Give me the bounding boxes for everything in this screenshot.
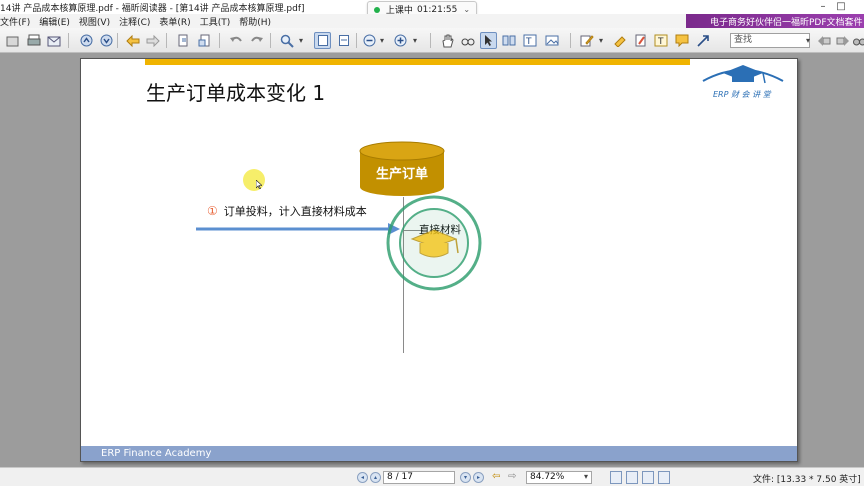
previous-page-status-icon[interactable]: ▴ [370, 472, 381, 483]
menu-edit[interactable]: 编辑(E) [39, 15, 70, 28]
page-number-field[interactable]: 8 / 17 [383, 471, 455, 484]
slide-title: 生产订单成本变化 1 [146, 81, 326, 105]
zoom-in-dropdown-icon[interactable]: ▾ [410, 32, 420, 49]
continuous-view-icon[interactable] [626, 471, 638, 484]
first-page-icon[interactable]: ◂ [357, 472, 368, 483]
step-description: ① 订单投料，计入直接材料成本 [207, 203, 367, 219]
facing-view-icon[interactable] [642, 471, 654, 484]
print-icon[interactable] [25, 32, 42, 49]
mouse-pointer-icon [256, 180, 262, 189]
chevron-down-icon[interactable]: ⌄ [463, 5, 470, 14]
menu-comment[interactable]: 注释(C) [119, 15, 150, 28]
forward-arrow-icon[interactable] [144, 32, 161, 49]
pencil-icon[interactable] [632, 32, 649, 49]
zoom-in-icon[interactable] [392, 32, 409, 49]
file-size-indicator: 文件: [13.33 * 7.50 英寸] [753, 475, 861, 485]
document-viewport[interactable]: 生产订单成本变化 1 ERP 财 会 讲 堂 生产订单 ① 订单投料，计入直接材料… [0, 53, 864, 467]
logo-text: ERP 财 会 讲 堂 [713, 90, 771, 99]
material-flow-arrow [196, 223, 400, 235]
fit-page-icon[interactable] [314, 32, 331, 49]
zoom-out-icon[interactable] [361, 32, 378, 49]
maximize-button[interactable]: □ [830, 0, 852, 14]
single-page-view-icon[interactable] [610, 471, 622, 484]
binoculars-icon[interactable] [851, 32, 864, 49]
header-accent-bar [145, 59, 690, 65]
last-page-icon[interactable]: ▸ [473, 472, 484, 483]
search-dropdown-icon[interactable]: ▾ [803, 32, 813, 49]
window-title: 14讲 产品成本核算原理.pdf - 福昕阅读器 - [第14讲 产品成本核算原… [0, 3, 305, 14]
cylinder-label: 生产订单 [375, 167, 428, 182]
slide-footer: ERP Finance Academy [81, 446, 797, 461]
undo-icon[interactable] [227, 32, 244, 49]
step-number: ① [207, 204, 218, 218]
next-page-status-icon[interactable]: ▾ [460, 472, 471, 483]
snapshot-icon[interactable] [459, 32, 476, 49]
edit-icon[interactable] [578, 32, 595, 49]
search-input[interactable]: 查找 [730, 33, 810, 48]
academy-watermark-icon [386, 195, 482, 291]
pdf-page: 生产订单成本变化 1 ERP 财 会 讲 堂 生产订单 ① 订单投料，计入直接材料… [80, 58, 798, 462]
menu-form[interactable]: 表单(R) [159, 15, 190, 28]
typewriter-icon[interactable]: T [521, 32, 538, 49]
zoom-out-dropdown-icon[interactable]: ▾ [377, 32, 387, 49]
zoom-level-dropdown-icon[interactable]: ▾ [584, 472, 588, 481]
hand-tool-icon[interactable] [439, 32, 456, 49]
toolbar: ▾ ▾ ▾ T ▾ T 查找 ▾ [0, 28, 864, 53]
zoom-icon[interactable] [278, 32, 295, 49]
menu-help[interactable]: 帮助(H) [239, 15, 271, 28]
back-arrow-icon[interactable] [124, 32, 141, 49]
image-icon[interactable] [543, 32, 560, 49]
status-bar: ◂ ▴ 8 / 17 ▾ ▸ ⇦ ⇨ 84.72% ▾ 文件: [13.33 *… [0, 467, 864, 486]
live-session-time: 01:21:55 [416, 4, 458, 15]
arrow-tool-icon[interactable] [694, 32, 711, 49]
zoom-dropdown-icon[interactable]: ▾ [296, 32, 306, 49]
zoom-level-field[interactable]: 84.72% [526, 471, 592, 484]
continuous-facing-view-icon[interactable] [658, 471, 670, 484]
redo-icon[interactable] [248, 32, 265, 49]
highlight-icon[interactable] [611, 32, 628, 49]
ad-banner[interactable]: 电子商务好伙伴侣一福昕PDF文档套件 [686, 14, 864, 28]
fit-width-icon[interactable] [335, 32, 352, 49]
previous-page-icon[interactable] [78, 32, 95, 49]
text-select-icon[interactable] [500, 32, 517, 49]
extract-page-icon[interactable] [196, 32, 213, 49]
select-tool-icon[interactable] [480, 32, 497, 49]
menu-tools[interactable]: 工具(T) [200, 15, 231, 28]
back-view-icon[interactable]: ⇦ [492, 471, 500, 482]
svg-text:T: T [657, 37, 664, 47]
text-box-icon[interactable]: T [652, 32, 669, 49]
email-icon[interactable] [45, 32, 62, 49]
live-status-dot-icon [373, 6, 380, 13]
menu-file[interactable]: 文件(F) [0, 15, 30, 28]
search-next-icon[interactable] [834, 32, 851, 49]
menu-view[interactable]: 视图(V) [79, 15, 110, 28]
step-text: 订单投料，计入直接材料成本 [223, 205, 367, 218]
next-page-icon[interactable] [98, 32, 115, 49]
forward-view-icon[interactable]: ⇨ [508, 471, 516, 482]
erp-academy-logo [702, 65, 784, 84]
svg-text:T: T [525, 37, 532, 47]
open-icon[interactable] [4, 32, 21, 49]
edit-dropdown-icon[interactable]: ▾ [596, 32, 606, 49]
note-icon[interactable] [673, 32, 690, 49]
insert-page-icon[interactable] [175, 32, 192, 49]
search-previous-icon[interactable] [815, 32, 832, 49]
